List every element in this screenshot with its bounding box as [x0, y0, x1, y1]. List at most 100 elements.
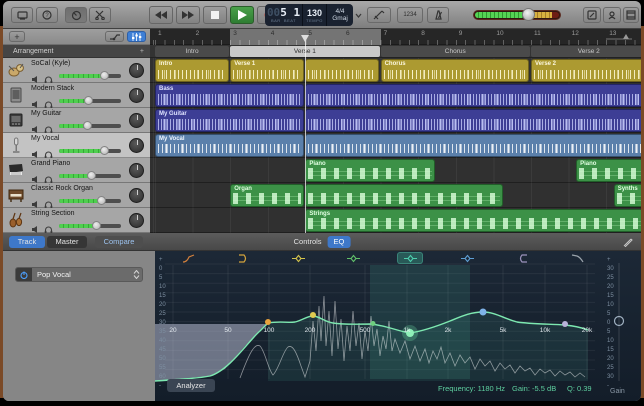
- track-volume-slider[interactable]: [59, 99, 121, 103]
- eq-band-7-button[interactable]: [509, 252, 535, 264]
- region[interactable]: Verse 1: [230, 59, 304, 82]
- region[interactable]: My Guitar: [155, 109, 304, 132]
- eq-band-1-handle[interactable]: [265, 319, 271, 325]
- track-header-row[interactable]: My Vocal: [3, 133, 150, 158]
- plugin-selector[interactable]: Pop Vocal: [15, 267, 143, 282]
- eq-band-3-handle[interactable]: [310, 312, 316, 318]
- count-in-button[interactable]: 1234: [397, 7, 423, 23]
- smart-controls-button[interactable]: [65, 7, 87, 23]
- track-header-row[interactable]: String Section: [3, 208, 150, 233]
- region[interactable]: [305, 84, 641, 107]
- headphones-icon[interactable]: [44, 71, 53, 80]
- readout-gain[interactable]: Gain: -5.5 dB: [512, 384, 556, 393]
- eq-band-3-button[interactable]: [285, 252, 311, 264]
- eq-band-4-button[interactable]: [340, 252, 366, 264]
- region[interactable]: Piano: [576, 159, 641, 182]
- arrangement-section[interactable]: Intro: [155, 46, 229, 57]
- master-volume-slider[interactable]: [473, 10, 561, 20]
- mute-icon[interactable]: [31, 96, 40, 105]
- region[interactable]: Strings: [305, 209, 641, 232]
- volume-knob[interactable]: [100, 146, 109, 155]
- region[interactable]: My Vocal: [155, 134, 304, 157]
- track-volume-slider[interactable]: [59, 124, 121, 128]
- eq-graph[interactable]: 20501002005001k2k5k10k20k +0510152025303…: [155, 251, 641, 401]
- add-track-button[interactable]: +: [9, 31, 25, 42]
- pan-knob[interactable]: [129, 163, 144, 178]
- track-header-row[interactable]: SoCal (Kyle): [3, 58, 150, 83]
- headphones-icon[interactable]: [44, 171, 53, 180]
- mute-icon[interactable]: [31, 171, 40, 180]
- eq-band-6-button[interactable]: [454, 252, 480, 264]
- volume-knob[interactable]: [83, 121, 92, 130]
- metronome-button[interactable]: [427, 7, 449, 23]
- compare-button[interactable]: Compare: [95, 236, 143, 248]
- master-volume-knob[interactable]: [522, 8, 535, 21]
- mute-icon[interactable]: [31, 196, 40, 205]
- quick-help-button[interactable]: ?: [36, 7, 58, 23]
- notepad-button[interactable]: [583, 7, 601, 23]
- region[interactable]: Chorus: [381, 59, 530, 82]
- eq-band-2-button[interactable]: [230, 252, 256, 264]
- headphones-icon[interactable]: [44, 121, 53, 130]
- mute-icon[interactable]: [31, 221, 40, 230]
- track-volume-slider[interactable]: [59, 224, 121, 228]
- arrangement-add-button[interactable]: +: [140, 45, 144, 58]
- library-button[interactable]: [11, 7, 33, 23]
- volume-knob[interactable]: [97, 196, 106, 205]
- region[interactable]: Bass: [155, 84, 304, 107]
- media-browser-button[interactable]: [623, 7, 639, 23]
- region[interactable]: Verse 2: [531, 59, 641, 82]
- mixer-toggle-button[interactable]: [127, 31, 146, 42]
- editors-button[interactable]: [89, 7, 111, 23]
- track-header-row[interactable]: Grand Piano: [3, 158, 150, 183]
- region[interactable]: Synths: [614, 184, 641, 207]
- forward-button[interactable]: [176, 6, 200, 24]
- pan-knob[interactable]: [129, 213, 144, 228]
- region[interactable]: [305, 109, 641, 132]
- volume-knob[interactable]: [100, 71, 109, 80]
- pan-knob[interactable]: [129, 63, 144, 78]
- mute-icon[interactable]: [31, 146, 40, 155]
- play-button[interactable]: [230, 6, 254, 24]
- ruler[interactable]: 12345678910111213: [150, 29, 641, 45]
- track-volume-slider[interactable]: [59, 74, 121, 78]
- tab-track[interactable]: Track: [9, 236, 45, 248]
- region[interactable]: [305, 184, 503, 207]
- track-volume-slider[interactable]: [59, 174, 121, 178]
- lcd-display[interactable]: 005 1 BAR BEAT 130 TEMPO 4/4 Gmaj: [265, 4, 353, 26]
- eq-band-4-handle[interactable]: [371, 321, 376, 326]
- arrangement-section[interactable]: Chorus: [381, 46, 530, 57]
- headphones-icon[interactable]: [44, 146, 53, 155]
- volume-knob[interactable]: [87, 171, 96, 180]
- mute-icon[interactable]: [31, 121, 40, 130]
- edit-pencil-icon[interactable]: [623, 237, 633, 247]
- headphones-icon[interactable]: [44, 96, 53, 105]
- timeline[interactable]: 12345678910111213 IntroVerse 1 ChorusVers…: [150, 29, 641, 233]
- pan-knob[interactable]: [129, 188, 144, 203]
- volume-knob[interactable]: [84, 96, 93, 105]
- zoom-slider[interactable]: [605, 32, 633, 42]
- readout-q[interactable]: Q: 0.39: [567, 384, 592, 393]
- track-volume-slider[interactable]: [59, 199, 121, 203]
- track-header-row[interactable]: Modern Stack: [3, 83, 150, 108]
- playhead[interactable]: [305, 35, 306, 233]
- eq-band-6-handle[interactable]: [480, 309, 487, 316]
- plugin-stepper[interactable]: [130, 270, 142, 279]
- arrangement-section[interactable]: Verse 2: [531, 46, 641, 57]
- readout-frequency[interactable]: Frequency: 1180 Hz: [438, 384, 505, 393]
- tuner-button[interactable]: [367, 7, 391, 23]
- pan-knob[interactable]: [129, 138, 144, 153]
- eq-band-7-handle[interactable]: [562, 321, 568, 327]
- pan-knob[interactable]: [129, 88, 144, 103]
- plugin-power-button[interactable]: [16, 268, 32, 281]
- track-header-row[interactable]: My Guitar: [3, 108, 150, 133]
- stop-button[interactable]: [203, 6, 227, 24]
- track-volume-slider[interactable]: [59, 149, 121, 153]
- headphones-icon[interactable]: [44, 196, 53, 205]
- eq-band-1-button[interactable]: [175, 252, 201, 264]
- mute-icon[interactable]: [31, 71, 40, 80]
- track-header-row[interactable]: Classic Rock Organ: [3, 183, 150, 208]
- volume-knob[interactable]: [92, 221, 101, 230]
- region[interactable]: Intro: [155, 59, 229, 82]
- pan-knob[interactable]: [129, 113, 144, 128]
